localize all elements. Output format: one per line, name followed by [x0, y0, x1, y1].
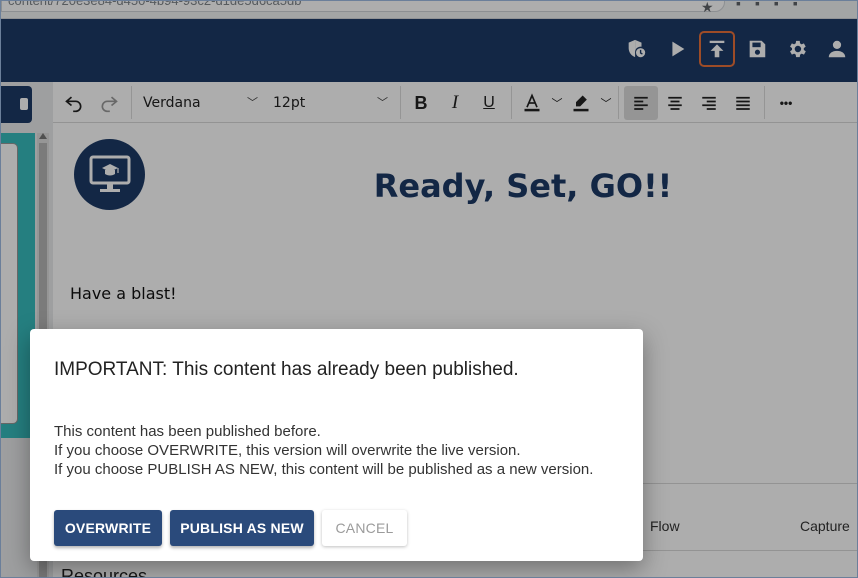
publish-as-new-button[interactable]: PUBLISH AS NEW [170, 510, 314, 546]
cancel-button[interactable]: CANCEL [322, 510, 407, 546]
overwrite-button[interactable]: OVERWRITE [54, 510, 162, 546]
app-window: content/720e3e84-d450-4b94-93c2-d1de5d6c… [0, 0, 858, 578]
dialog-message-line: This content has been published before. [54, 423, 321, 440]
dialog-message-line: If you choose PUBLISH AS NEW, this conte… [54, 461, 594, 478]
dialog-message: This content has been published before. … [54, 422, 593, 479]
dialog-title: IMPORTANT: This content has already been… [54, 359, 519, 380]
publish-warning-dialog: IMPORTANT: This content has already been… [30, 329, 643, 561]
dialog-message-line: If you choose OVERWRITE, this version wi… [54, 442, 521, 459]
